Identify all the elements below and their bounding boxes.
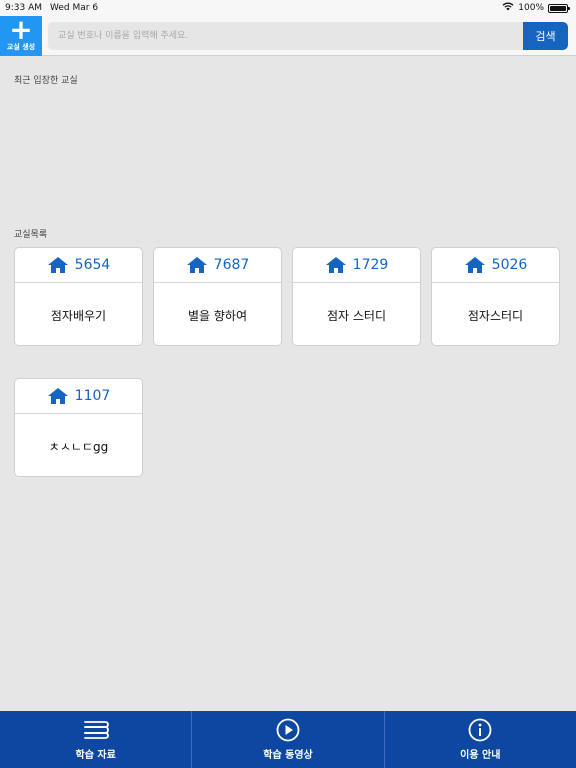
tab-label: 학습 자료 <box>75 750 116 761</box>
book-stack-icon <box>81 718 111 742</box>
home-icon <box>325 256 347 274</box>
classroom-name: ㅊㅅㄴㄷgg <box>48 439 109 454</box>
classroom-name: 점자스터디 <box>467 308 524 323</box>
tab-label: 이용 안내 <box>460 750 501 761</box>
classroom-card[interactable]: 5026 점자스터디 <box>431 247 560 346</box>
tab-learning-videos[interactable]: 학습 동영상 <box>191 711 383 768</box>
top-bar: + 교실 생성 검색 <box>0 16 576 56</box>
classroom-card-header: 1107 <box>15 379 142 414</box>
classroom-name: 별을 향하여 <box>187 308 247 323</box>
tab-learning-materials[interactable]: 학습 자료 <box>0 711 191 768</box>
search-input[interactable] <box>48 22 523 50</box>
battery-icon <box>548 3 570 13</box>
classroom-card-header: 7687 <box>154 248 281 283</box>
play-circle-icon <box>276 718 300 742</box>
home-icon <box>47 256 69 274</box>
plus-icon: + <box>9 13 33 46</box>
classroom-card[interactable]: 5654 점자배우기 <box>14 247 143 346</box>
status-bar: 9:33 AM Wed Mar 6 100% <box>0 0 576 16</box>
classroom-list-title: 교실목록 <box>14 230 48 240</box>
classroom-card[interactable]: 1107 ㅊㅅㄴㄷgg <box>14 378 143 477</box>
classroom-name: 점자배우기 <box>50 308 107 323</box>
home-icon <box>47 387 69 405</box>
create-classroom-button[interactable]: + 교실 생성 <box>0 16 42 56</box>
classroom-card-header: 5026 <box>432 248 559 283</box>
info-circle-icon <box>468 718 492 742</box>
status-date: Wed Mar 6 <box>50 3 99 13</box>
search-button[interactable]: 검색 <box>523 22 568 50</box>
classroom-number: 1107 <box>74 388 111 404</box>
classroom-card-header: 1729 <box>293 248 420 283</box>
status-right: 100% <box>502 2 570 14</box>
classroom-number: 1729 <box>352 257 389 273</box>
classroom-number: 5654 <box>74 257 111 273</box>
battery-percent: 100% <box>518 3 544 13</box>
create-classroom-label: 교실 생성 <box>6 43 36 51</box>
status-time: 9:33 AM <box>5 3 42 13</box>
wifi-icon <box>502 2 514 14</box>
tab-usage-guide[interactable]: 이용 안내 <box>383 711 576 768</box>
classroom-card-header: 5654 <box>15 248 142 283</box>
classroom-card[interactable]: 7687 별을 향하여 <box>153 247 282 346</box>
classroom-card[interactable]: 1729 점자 스터디 <box>292 247 421 346</box>
recent-classrooms-title: 최근 입장한 교실 <box>14 76 78 86</box>
home-icon <box>464 256 486 274</box>
classroom-name: 점자 스터디 <box>326 308 386 323</box>
bottom-tab-bar: 학습 자료 학습 동영상 이용 안내 <box>0 711 576 768</box>
classroom-number: 7687 <box>213 257 250 273</box>
classroom-number: 5026 <box>491 257 528 273</box>
tab-label: 학습 동영상 <box>263 750 313 761</box>
home-icon <box>186 256 208 274</box>
